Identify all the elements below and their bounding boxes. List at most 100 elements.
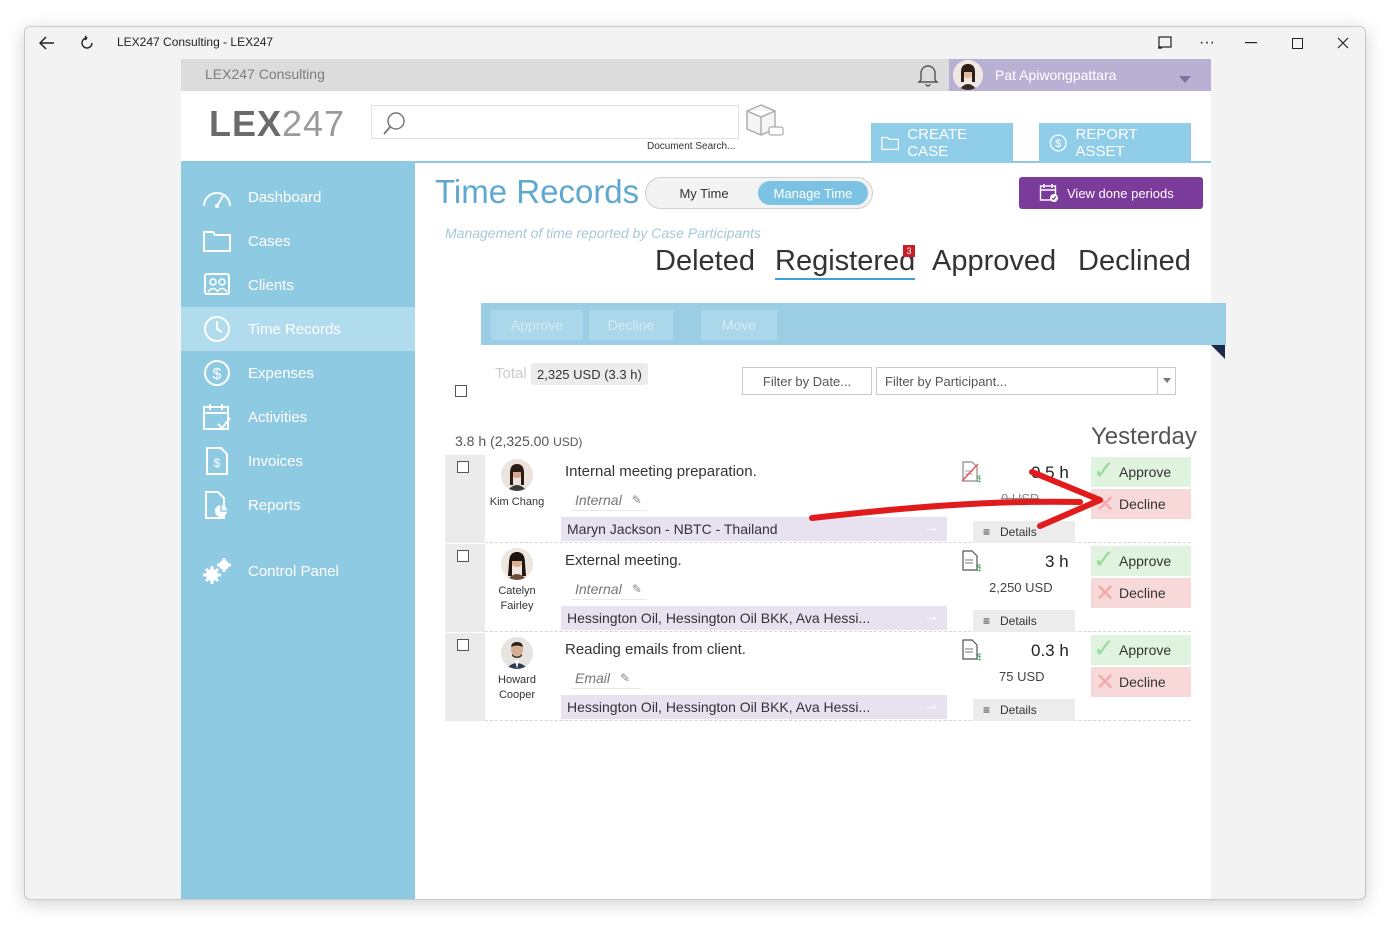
time-toggle: My Time Manage Time bbox=[645, 177, 873, 209]
details-button[interactable]: ≡ Details bbox=[973, 699, 1075, 721]
search-label: Document Search... bbox=[647, 141, 736, 152]
bell-icon[interactable] bbox=[917, 63, 939, 92]
calendar-check-icon bbox=[1039, 184, 1058, 202]
package-icon[interactable] bbox=[743, 103, 785, 144]
close-icon[interactable] bbox=[1329, 31, 1357, 55]
pencil-icon[interactable]: ✎ bbox=[620, 671, 630, 685]
report-asset-button[interactable]: $ REPORT ASSET bbox=[1039, 123, 1191, 163]
logo: LEX247 bbox=[209, 103, 346, 144]
svg-text:$: $ bbox=[977, 652, 981, 661]
time-record-row: Howard Cooper Reading emails from client… bbox=[445, 633, 1191, 721]
dropdown-arrow-icon[interactable] bbox=[1157, 368, 1175, 394]
row-checkbox[interactable] bbox=[457, 639, 469, 651]
tab-deleted[interactable]: Deleted bbox=[655, 245, 755, 278]
approve-button[interactable]: ✓ Approve bbox=[1091, 544, 1191, 576]
svg-text:$: $ bbox=[1055, 138, 1061, 150]
record-amount: 0 USD bbox=[1001, 491, 1040, 506]
page-title: Time Records bbox=[435, 173, 640, 210]
details-button[interactable]: ≡ Details bbox=[973, 521, 1075, 543]
bulk-move-button[interactable]: Move bbox=[701, 310, 777, 340]
bulk-decline-button[interactable]: Decline bbox=[589, 310, 673, 340]
document-nonbillable-icon[interactable]: $ bbox=[961, 461, 982, 488]
filter-by-participant[interactable]: Filter by Participant... bbox=[876, 367, 1176, 395]
sidebar-item-clients[interactable]: Clients bbox=[181, 263, 415, 307]
sidebar-item-label: Expenses bbox=[248, 364, 314, 382]
decline-label: Decline bbox=[1119, 674, 1166, 690]
record-tag[interactable]: Internal ✎ bbox=[571, 489, 647, 511]
row-checkbox[interactable] bbox=[457, 461, 469, 473]
arrow-right-icon: → bbox=[923, 608, 939, 625]
record-client[interactable]: Maryn Jackson - NBTC - Thailand → bbox=[561, 517, 947, 541]
cast-icon[interactable] bbox=[1151, 31, 1179, 55]
refresh-icon[interactable] bbox=[73, 31, 101, 55]
sidebar-item-activities[interactable]: Activities bbox=[181, 395, 415, 439]
pencil-icon[interactable]: ✎ bbox=[632, 582, 642, 596]
approve-label: Approve bbox=[1119, 642, 1172, 658]
dollar-circle-icon: $ bbox=[199, 357, 235, 389]
sidebar-item-cases[interactable]: Cases bbox=[181, 219, 415, 263]
sidebar-item-time-records[interactable]: Time Records bbox=[181, 307, 415, 351]
row-checkbox[interactable] bbox=[457, 550, 469, 562]
sidebar-item-invoices[interactable]: $ Invoices bbox=[181, 439, 415, 483]
tab-approved[interactable]: Approved bbox=[932, 245, 1056, 278]
avatar bbox=[501, 459, 533, 491]
create-case-label: CREATE CASE bbox=[907, 126, 968, 160]
svg-text:$: $ bbox=[977, 563, 981, 572]
bulk-approve-button[interactable]: Approve bbox=[491, 310, 583, 340]
record-hours: 0.3 h bbox=[1031, 641, 1069, 660]
maximize-icon[interactable] bbox=[1283, 31, 1311, 55]
tab-registered[interactable]: Registered bbox=[775, 245, 916, 280]
folder-icon bbox=[881, 136, 900, 151]
minimize-icon[interactable] bbox=[1237, 31, 1265, 55]
calendar-icon bbox=[199, 401, 235, 433]
svg-text:$: $ bbox=[977, 474, 981, 483]
tab-declined[interactable]: Declined bbox=[1078, 245, 1191, 278]
sidebar-item-expenses[interactable]: $ Expenses bbox=[181, 351, 415, 395]
approve-label: Approve bbox=[1119, 464, 1172, 480]
sidebar-item-label: Cases bbox=[248, 232, 291, 250]
select-all-checkbox[interactable] bbox=[455, 385, 467, 397]
sidebar-item-dashboard[interactable]: Dashboard bbox=[181, 175, 415, 219]
details-label: Details bbox=[1000, 525, 1037, 539]
sidebar-item-reports[interactable]: Reports bbox=[181, 483, 415, 527]
app-content: LEX247 Consulting Pat Apiwongpattara LEX… bbox=[181, 59, 1226, 899]
record-hours: 3 h bbox=[1045, 552, 1069, 571]
record-hours: 0.5 h bbox=[1031, 463, 1069, 482]
approve-button[interactable]: ✓ Approve bbox=[1091, 633, 1191, 665]
manage-time-toggle[interactable]: Manage Time bbox=[758, 181, 868, 205]
group-day-label: Yesterday bbox=[1091, 423, 1197, 450]
arrow-right-icon: → bbox=[923, 519, 939, 536]
decline-button[interactable]: ✕ Decline bbox=[1091, 667, 1191, 697]
sidebar-item-label: Time Records bbox=[248, 320, 341, 338]
company-name: LEX247 Consulting bbox=[205, 66, 325, 82]
menu-icon: ≡ bbox=[983, 614, 991, 628]
decline-button[interactable]: ✕ Decline bbox=[1091, 489, 1191, 519]
document-billable-icon[interactable]: $ bbox=[961, 550, 982, 577]
create-case-button[interactable]: CREATE CASE bbox=[871, 123, 1013, 163]
search-input[interactable] bbox=[371, 105, 739, 139]
details-button[interactable]: ≡ Details bbox=[973, 610, 1075, 632]
dollar-circle-icon: $ bbox=[1049, 134, 1067, 152]
back-arrow-icon[interactable] bbox=[33, 31, 61, 55]
total-label: Total bbox=[495, 365, 527, 382]
pencil-icon[interactable]: ✎ bbox=[632, 493, 642, 507]
svg-text:$: $ bbox=[214, 456, 221, 470]
time-record-row: Catelyn Fairley External meeting. Intern… bbox=[445, 544, 1191, 632]
record-tag[interactable]: Email ✎ bbox=[571, 667, 641, 689]
decline-button[interactable]: ✕ Decline bbox=[1091, 578, 1191, 608]
user-menu[interactable]: Pat Apiwongpattara bbox=[949, 59, 1211, 91]
title-bar: LEX247 Consulting - LEX247 ··· bbox=[25, 27, 1365, 59]
record-client[interactable]: Hessington Oil, Hessington Oil BKK, Ava … bbox=[561, 606, 947, 630]
document-billable-icon[interactable]: $ bbox=[961, 639, 982, 666]
folder-icon bbox=[199, 225, 235, 257]
filter-by-date[interactable]: Filter by Date... bbox=[742, 367, 872, 395]
more-icon[interactable]: ··· bbox=[1193, 31, 1221, 55]
record-description: Internal meeting preparation. bbox=[565, 463, 757, 480]
person-name: Howard Cooper bbox=[498, 674, 536, 701]
view-done-periods-button[interactable]: View done periods bbox=[1019, 177, 1203, 209]
record-client[interactable]: Hessington Oil, Hessington Oil BKK, Ava … bbox=[561, 695, 947, 719]
my-time-toggle[interactable]: My Time bbox=[652, 181, 756, 205]
approve-button[interactable]: ✓ Approve bbox=[1091, 455, 1191, 487]
sidebar-item-control-panel[interactable]: Control Panel bbox=[181, 549, 415, 593]
record-tag[interactable]: Internal ✎ bbox=[571, 578, 647, 600]
